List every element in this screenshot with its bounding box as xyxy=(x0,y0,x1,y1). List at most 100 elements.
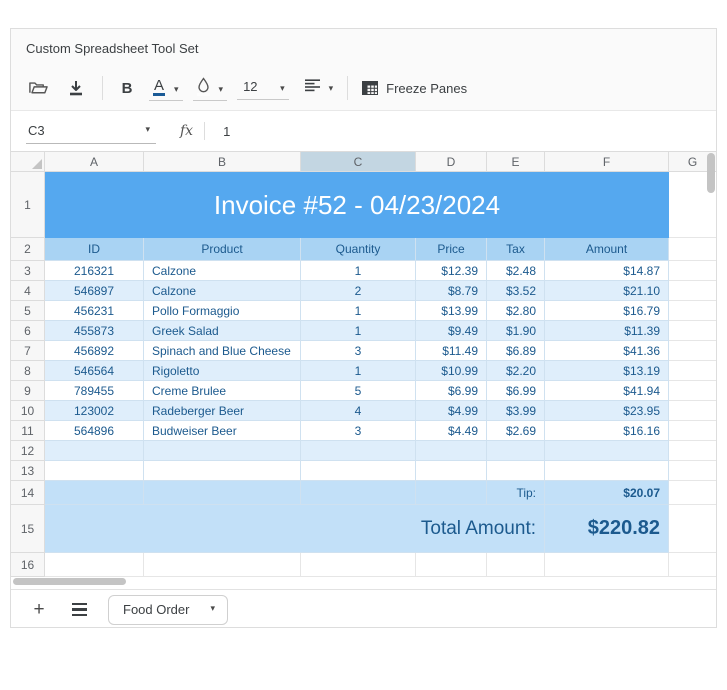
cell-A3[interactable]: 216321 xyxy=(45,261,144,281)
cell-C7[interactable]: 3 xyxy=(301,341,416,361)
cell-F12[interactable] xyxy=(545,441,669,461)
cell-B7[interactable]: Spinach and Blue Cheese xyxy=(144,341,301,361)
cell-A7[interactable]: 456892 xyxy=(45,341,144,361)
cell-C8[interactable]: 1 xyxy=(301,361,416,381)
tip-label-cell[interactable]: Tip: xyxy=(487,481,545,505)
cell-C12[interactable] xyxy=(301,441,416,461)
cell-D16[interactable] xyxy=(416,553,487,577)
cell-G11[interactable] xyxy=(669,421,716,441)
cell-G10[interactable] xyxy=(669,401,716,421)
row-header-16[interactable]: 16 xyxy=(11,553,45,577)
invoice-title-cell[interactable]: Invoice #52 - 04/23/2024 xyxy=(45,172,669,238)
cell-E6[interactable]: $1.90 xyxy=(487,321,545,341)
column-header-C[interactable]: C xyxy=(301,152,416,172)
cell-G3[interactable] xyxy=(669,261,716,281)
cell-G9[interactable] xyxy=(669,381,716,401)
cell-C2[interactable]: Quantity xyxy=(301,238,416,261)
cell-B8[interactable]: Rigoletto xyxy=(144,361,301,381)
cell-C4[interactable]: 2 xyxy=(301,281,416,301)
cell-A8[interactable]: 546564 xyxy=(45,361,144,381)
total-label-cell[interactable]: Total Amount: xyxy=(45,505,545,553)
bold-button[interactable]: B xyxy=(117,73,137,103)
cell-C10[interactable]: 4 xyxy=(301,401,416,421)
cell-F9[interactable]: $41.94 xyxy=(545,381,669,401)
cell-E9[interactable]: $6.99 xyxy=(487,381,545,401)
cell-D11[interactable]: $4.49 xyxy=(416,421,487,441)
cell-D12[interactable] xyxy=(416,441,487,461)
row-header-5[interactable]: 5 xyxy=(11,301,45,321)
cell-A12[interactable] xyxy=(45,441,144,461)
column-header-F[interactable]: F xyxy=(545,152,669,172)
row-header-10[interactable]: 10 xyxy=(11,401,45,421)
cell-F5[interactable]: $16.79 xyxy=(545,301,669,321)
cell-B9[interactable]: Creme Brulee xyxy=(144,381,301,401)
cell-E16[interactable] xyxy=(487,553,545,577)
column-header-E[interactable]: E xyxy=(487,152,545,172)
cell-F16[interactable] xyxy=(545,553,669,577)
font-size-dropdown[interactable]: 12 ▾ xyxy=(237,77,289,100)
row-header-9[interactable]: 9 xyxy=(11,381,45,401)
formula-input[interactable]: 1 xyxy=(223,124,716,139)
cell-C9[interactable]: 5 xyxy=(301,381,416,401)
sheet-tab-food-order[interactable]: Food Order ▾ xyxy=(108,594,228,625)
cell-E4[interactable]: $3.52 xyxy=(487,281,545,301)
import-button[interactable] xyxy=(64,73,88,103)
column-header-D[interactable]: D xyxy=(416,152,487,172)
open-file-button[interactable] xyxy=(26,73,50,103)
cell-G8[interactable] xyxy=(669,361,716,381)
cell-E12[interactable] xyxy=(487,441,545,461)
cell-C11[interactable]: 3 xyxy=(301,421,416,441)
row-header-7[interactable]: 7 xyxy=(11,341,45,361)
cell-F7[interactable]: $41.36 xyxy=(545,341,669,361)
cell-A9[interactable]: 789455 xyxy=(45,381,144,401)
cell-E7[interactable]: $6.89 xyxy=(487,341,545,361)
cell-B2[interactable]: Product xyxy=(144,238,301,261)
add-sheet-button[interactable]: + xyxy=(26,599,52,621)
cell-E10[interactable]: $3.99 xyxy=(487,401,545,421)
cell-A2[interactable]: ID xyxy=(45,238,144,261)
cell-A6[interactable]: 455873 xyxy=(45,321,144,341)
cell-A13[interactable] xyxy=(45,461,144,481)
row-header-13[interactable]: 13 xyxy=(11,461,45,481)
column-header-B[interactable]: B xyxy=(144,152,301,172)
cell-C6[interactable]: 1 xyxy=(301,321,416,341)
select-all-corner[interactable] xyxy=(11,152,45,172)
cell-B5[interactable]: Pollo Formaggio xyxy=(144,301,301,321)
row-header-2[interactable]: 2 xyxy=(11,238,45,261)
cell-F6[interactable]: $11.39 xyxy=(545,321,669,341)
cell-A11[interactable]: 564896 xyxy=(45,421,144,441)
cell-B13[interactable] xyxy=(144,461,301,481)
cell-G6[interactable] xyxy=(669,321,716,341)
cell-B12[interactable] xyxy=(144,441,301,461)
cell-D2[interactable]: Price xyxy=(416,238,487,261)
font-color-dropdown[interactable]: A ▾ xyxy=(149,76,183,101)
cell-B14[interactable] xyxy=(144,481,301,505)
cell-C3[interactable]: 1 xyxy=(301,261,416,281)
cell-C16[interactable] xyxy=(301,553,416,577)
cell-D6[interactable]: $9.49 xyxy=(416,321,487,341)
cell-G7[interactable] xyxy=(669,341,716,361)
cell-G14[interactable] xyxy=(669,481,716,505)
cell-F13[interactable] xyxy=(545,461,669,481)
cell-E11[interactable]: $2.69 xyxy=(487,421,545,441)
row-header-12[interactable]: 12 xyxy=(11,441,45,461)
total-value-cell[interactable]: $220.82 xyxy=(545,505,669,553)
cell-C13[interactable] xyxy=(301,461,416,481)
cell-B6[interactable]: Greek Salad xyxy=(144,321,301,341)
tip-value-cell[interactable]: $20.07 xyxy=(545,481,669,505)
cell-G15[interactable] xyxy=(669,505,716,553)
cell-D14[interactable] xyxy=(416,481,487,505)
cell-D8[interactable]: $10.99 xyxy=(416,361,487,381)
freeze-panes-button[interactable]: Freeze Panes xyxy=(362,73,467,103)
cell-D13[interactable] xyxy=(416,461,487,481)
cell-A16[interactable] xyxy=(45,553,144,577)
cell-E2[interactable]: Tax xyxy=(487,238,545,261)
row-header-11[interactable]: 11 xyxy=(11,421,45,441)
cell-G13[interactable] xyxy=(669,461,716,481)
cell-D5[interactable]: $13.99 xyxy=(416,301,487,321)
row-header-15[interactable]: 15 xyxy=(11,505,45,553)
cell-A5[interactable]: 456231 xyxy=(45,301,144,321)
row-header-6[interactable]: 6 xyxy=(11,321,45,341)
cell-D3[interactable]: $12.39 xyxy=(416,261,487,281)
column-header-A[interactable]: A xyxy=(45,152,144,172)
